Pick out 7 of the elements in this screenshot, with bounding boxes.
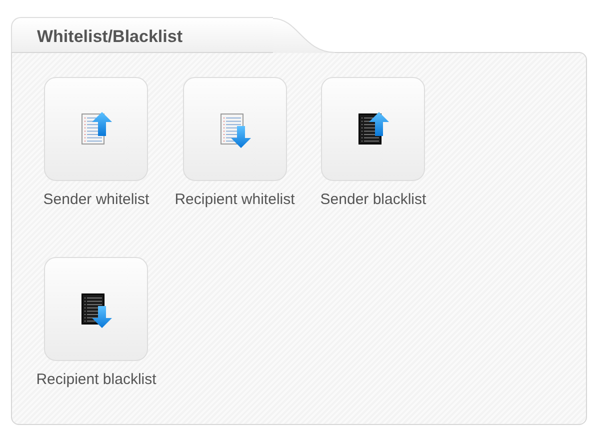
list-label[interactable]: Recipient blacklist <box>34 370 158 390</box>
list-label[interactable]: Sender whitelist <box>34 190 158 210</box>
list-label[interactable]: Sender blacklist <box>311 190 436 210</box>
list-button[interactable] <box>321 77 426 181</box>
panel-title: Whitelist/Blacklist <box>37 27 182 46</box>
list-label[interactable]: Recipient whitelist <box>172 190 297 210</box>
list-button[interactable] <box>44 257 148 361</box>
